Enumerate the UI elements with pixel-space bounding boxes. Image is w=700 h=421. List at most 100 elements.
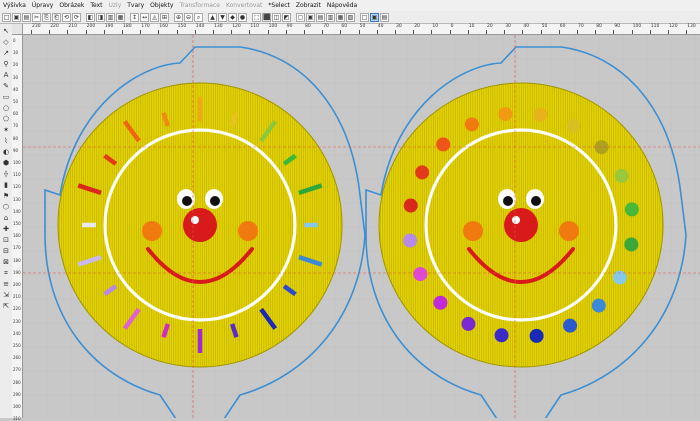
tool-icon[interactable]: ◐ xyxy=(1,147,11,157)
ruler-h-tick xyxy=(449,30,451,34)
toolbar-separator xyxy=(292,13,295,22)
ruler-h-label: 0 xyxy=(450,24,454,29)
tool-icon[interactable]: ⌇ xyxy=(1,136,11,146)
tool-icon[interactable]: ⊟ xyxy=(1,246,11,256)
toolbar-button-icon[interactable]: ▦ xyxy=(336,12,345,22)
toolbar-button-icon[interactable]: ⌕ xyxy=(194,12,203,22)
toolbar-button-icon[interactable]: ◨ xyxy=(96,12,105,22)
menu-item-7[interactable]: Transformace xyxy=(176,0,223,11)
tool-icon[interactable]: ▭ xyxy=(1,92,11,102)
ruler-h-tick xyxy=(358,30,360,34)
toolbar-button-icon[interactable]: ↔ xyxy=(140,12,149,22)
vertical-ruler[interactable]: 0 10 20 30 40 50 60 70 80 90 100 110 120 130 140 150 160… xyxy=(12,34,23,421)
menu-item-4[interactable]: Uzly xyxy=(105,0,124,11)
tool-icon[interactable]: ◇ xyxy=(1,37,11,47)
toolbar-button-icon[interactable]: ▤ xyxy=(316,12,325,22)
toolbar-button-icon[interactable]: ▤ xyxy=(380,12,389,22)
menu-item-5[interactable]: Tvary xyxy=(124,0,147,11)
toolbar-button-icon[interactable]: ▤ xyxy=(22,12,31,22)
toolbar-button-icon[interactable]: ▣ xyxy=(370,12,379,22)
toolbar-button-icon[interactable]: ⊖ xyxy=(184,12,193,22)
menu-bar: Výšivka Úpravy Obrázek Text Uzly Tvary Objekty… xyxy=(0,0,700,11)
menu-item-6[interactable]: Objekty xyxy=(147,0,176,11)
toolbar-button-icon[interactable]: ▣ xyxy=(306,12,315,22)
toolbar-button-icon[interactable]: ⊞ xyxy=(160,12,169,22)
tool-icon[interactable]: ⇱ xyxy=(1,301,11,311)
eye-pupil xyxy=(182,196,192,206)
toolbar-button-icon[interactable]: ◆ xyxy=(228,12,237,22)
toolbar-button-icon[interactable]: □ xyxy=(360,12,369,22)
tool-icon[interactable]: ⬠ xyxy=(1,114,11,124)
menu-item-1[interactable]: Úpravy xyxy=(29,0,56,11)
toolbar-button-icon[interactable]: ◩ xyxy=(282,12,291,22)
ruler-v-label: 160 xyxy=(13,233,21,239)
tool-icon[interactable]: ↖ xyxy=(1,26,11,36)
horizontal-ruler[interactable]: 230 220 210 200 190 180 170 160 150 140 130 120 110 1… xyxy=(12,24,700,35)
toolbar-button-icon[interactable]: ● xyxy=(238,12,247,22)
toolbar-button-icon[interactable]: ▢ xyxy=(296,12,305,22)
toolbar-button-icon[interactable]: ▧ xyxy=(346,12,355,22)
toolbar-button-icon[interactable]: ⎗ xyxy=(52,12,61,22)
tool-icon[interactable]: ⇲ xyxy=(1,290,11,300)
ruler-h-tick xyxy=(304,30,305,34)
tool-icon[interactable]: ⌗ xyxy=(1,268,11,278)
toolbar-button-icon[interactable]: ▲ xyxy=(208,12,217,22)
toolbar-button-icon[interactable]: ⬛ xyxy=(262,12,271,22)
menu-item-10[interactable]: Zobrazit xyxy=(293,0,324,11)
ruler-h-label: 30 xyxy=(505,24,511,29)
ruler-h-tick xyxy=(122,30,123,34)
ruler-h-label: 50 xyxy=(359,24,366,29)
tool-icon[interactable]: ⚲ xyxy=(1,59,11,69)
tool-icon[interactable]: ⟠ xyxy=(1,169,11,179)
toolbar-button-icon[interactable]: ▥ xyxy=(106,12,115,22)
tool-icon[interactable]: ✚ xyxy=(1,224,11,234)
main-toolbar: □ ▣ ▤ ✂ ⎘ ⎗ ⟲ ⟳ ◧ ◨ ▥ ▦ ↕ ↔ ◬ ⊞ ⊕ ⊖ ⌕ ▲ ▼ ◆ ● ⬚ ⬛ ◫ ◩ ▢ ▣ ▤ ▥ ▦ ▧ □ ▣ ▤ xyxy=(0,11,700,24)
tool-icon[interactable]: ⊠ xyxy=(1,257,11,267)
tool-icon[interactable]: ≡ xyxy=(1,279,11,289)
ruler-v-label: 50 xyxy=(13,99,19,104)
ruler-h-tick xyxy=(467,30,469,34)
toolbar-button-icon[interactable]: ⟲ xyxy=(62,12,71,22)
tool-icon[interactable]: ○ xyxy=(1,103,11,113)
toolbar-button-icon[interactable]: ▥ xyxy=(326,12,335,22)
tool-icon[interactable]: A xyxy=(1,70,11,80)
toolbar-button-icon[interactable]: ⊕ xyxy=(174,12,183,22)
eye-pupil xyxy=(531,196,541,206)
toolbar-button-icon[interactable]: ↕ xyxy=(130,12,139,22)
ruler-h-label: 60 xyxy=(341,24,348,29)
dot-mark xyxy=(403,198,418,213)
tool-icon[interactable]: ▮ xyxy=(1,180,11,190)
toolbar-button-icon[interactable]: ◫ xyxy=(272,12,281,22)
toolbar-button-icon[interactable]: ⬚ xyxy=(252,12,261,22)
ruler-v-label: 220 xyxy=(13,306,21,312)
toolbar-button-icon[interactable]: ◧ xyxy=(86,12,95,22)
tool-icon[interactable]: ⚑ xyxy=(1,191,11,201)
tool-icon[interactable]: ⊡ xyxy=(1,235,11,245)
toolbar-button-icon[interactable]: □ xyxy=(2,12,11,22)
toolbar-button-icon[interactable]: ◬ xyxy=(150,12,159,22)
menu-item-8[interactable]: Konvertovat xyxy=(223,0,265,11)
design-canvas[interactable] xyxy=(23,35,700,418)
toolbar-button-icon[interactable]: ⟳ xyxy=(72,12,81,22)
toolbar-button-icon[interactable]: ✂ xyxy=(32,12,41,22)
tool-icon[interactable]: ✶ xyxy=(1,125,11,135)
menu-item-2[interactable]: Obrázek xyxy=(56,0,87,11)
toolbar-button-icon[interactable]: ▦ xyxy=(116,12,125,22)
tool-icon[interactable]: ⬡ xyxy=(1,202,11,212)
toolbar-separator xyxy=(126,13,129,22)
toolbar-button-icon[interactable]: ▼ xyxy=(218,12,227,22)
ruler-v-label: 250 xyxy=(13,343,21,348)
toolbar-button-icon[interactable]: ▣ xyxy=(12,12,21,22)
toolbar-separator xyxy=(248,13,251,22)
tool-icon[interactable]: ⌂ xyxy=(1,213,11,223)
toolbar-button-icon[interactable]: ⎘ xyxy=(42,12,51,22)
menu-item-0[interactable]: Výšivka xyxy=(0,0,29,11)
menu-item-3[interactable]: Text xyxy=(87,0,105,11)
ruler-v-label: 120 xyxy=(13,184,21,190)
tool-icon[interactable]: ✎ xyxy=(1,81,11,91)
menu-item-11[interactable]: Nápověda xyxy=(324,0,360,11)
ruler-h-tick xyxy=(67,30,69,34)
tool-icon[interactable]: ↗ xyxy=(1,48,11,58)
menu-item-9[interactable]: *Select xyxy=(265,0,293,11)
tool-icon[interactable]: ⬢ xyxy=(1,158,11,168)
